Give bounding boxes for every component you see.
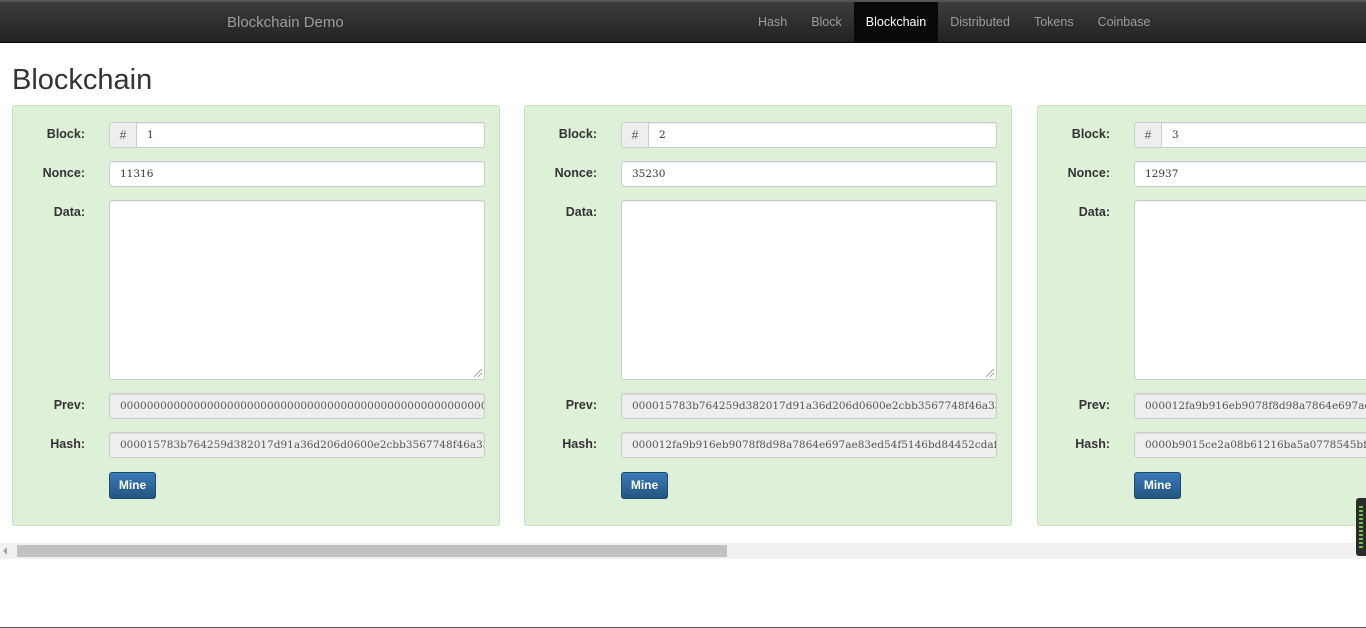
level-meter-icon xyxy=(1359,506,1363,548)
hash-field: 0000b9015ce2a08b61216ba5a0778545bf4ddd7c… xyxy=(1134,432,1366,458)
resize-grip-icon[interactable] xyxy=(986,369,994,377)
prev-hash-field: 0000000000000000000000000000000000000000… xyxy=(109,393,485,419)
data-label: Data: xyxy=(53,205,85,219)
nonce-input[interactable]: 35230 xyxy=(621,161,997,187)
nonce-input[interactable]: 11316 xyxy=(109,161,485,187)
horizontal-scrollbar[interactable] xyxy=(0,543,1366,559)
mine-button[interactable]: Mine xyxy=(621,472,668,499)
data-label: Data: xyxy=(1078,205,1110,219)
nav-menu: Hash Block Blockchain Distributed Tokens… xyxy=(746,2,1162,43)
hash-label: Hash: xyxy=(562,437,597,451)
nonce-label: Nonce: xyxy=(42,166,85,180)
navbar: Blockchain Demo Hash Block Blockchain Di… xyxy=(0,0,1366,43)
prev-label: Prev: xyxy=(1078,398,1110,412)
nonce-input[interactable]: 12937 xyxy=(1134,161,1366,187)
resize-grip-icon[interactable] xyxy=(474,369,482,377)
data-textarea[interactable] xyxy=(109,200,485,380)
block-number-input[interactable]: 1 xyxy=(136,122,485,148)
data-label: Data: xyxy=(565,205,597,219)
hash-symbol-addon: # xyxy=(109,122,136,148)
hash-symbol-addon: # xyxy=(621,122,648,148)
block-label: Block: xyxy=(46,127,85,141)
nav-item-block[interactable]: Block xyxy=(799,2,854,43)
nonce-label: Nonce: xyxy=(1067,166,1110,180)
block-number-input[interactable]: 3 xyxy=(1161,122,1366,148)
hash-field: 000015783b764259d382017d91a36d206d0600e2… xyxy=(109,432,485,458)
block-card: Block: # 3 Nonce: 12937 Data: Prev: 0000… xyxy=(1037,105,1366,526)
prev-label: Prev: xyxy=(565,398,597,412)
side-widget-tab[interactable] xyxy=(1356,498,1366,556)
block-card: Block: # 1 Nonce: 11316 Data: Prev: 0000… xyxy=(12,105,500,526)
hash-label: Hash: xyxy=(50,437,85,451)
prev-label: Prev: xyxy=(53,398,85,412)
data-textarea[interactable] xyxy=(1134,200,1366,380)
nonce-label: Nonce: xyxy=(554,166,597,180)
scroll-left-arrow-icon[interactable] xyxy=(3,547,7,555)
hash-field: 000012fa9b916eb9078f8d98a7864e697ae83ed5… xyxy=(621,432,997,458)
prev-hash-field: 000012fa9b916eb9078f8d98a7864e697ae83ed5… xyxy=(1134,393,1366,419)
scrollbar-thumb[interactable] xyxy=(17,545,727,557)
nav-item-coinbase[interactable]: Coinbase xyxy=(1086,2,1163,43)
brand-link[interactable]: Blockchain Demo xyxy=(227,14,344,31)
mine-button[interactable]: Mine xyxy=(109,472,156,499)
hash-symbol-addon: # xyxy=(1134,122,1161,148)
block-number-input[interactable]: 2 xyxy=(648,122,997,148)
nav-item-blockchain[interactable]: Blockchain xyxy=(853,2,939,43)
prev-hash-field: 000015783b764259d382017d91a36d206d0600e2… xyxy=(621,393,997,419)
data-textarea[interactable] xyxy=(621,200,997,380)
blockchain-scroll-area: Block: # 1 Nonce: 11316 Data: Prev: 0000… xyxy=(0,105,1366,541)
block-label: Block: xyxy=(558,127,597,141)
nav-item-hash[interactable]: Hash xyxy=(746,2,799,43)
block-label: Block: xyxy=(1071,127,1110,141)
mine-button[interactable]: Mine xyxy=(1134,472,1181,499)
page-title: Blockchain xyxy=(12,64,153,96)
block-card: Block: # 2 Nonce: 35230 Data: Prev: 0000… xyxy=(524,105,1012,526)
nav-item-tokens[interactable]: Tokens xyxy=(1022,2,1086,43)
hash-label: Hash: xyxy=(1075,437,1110,451)
nav-item-distributed[interactable]: Distributed xyxy=(938,2,1022,43)
